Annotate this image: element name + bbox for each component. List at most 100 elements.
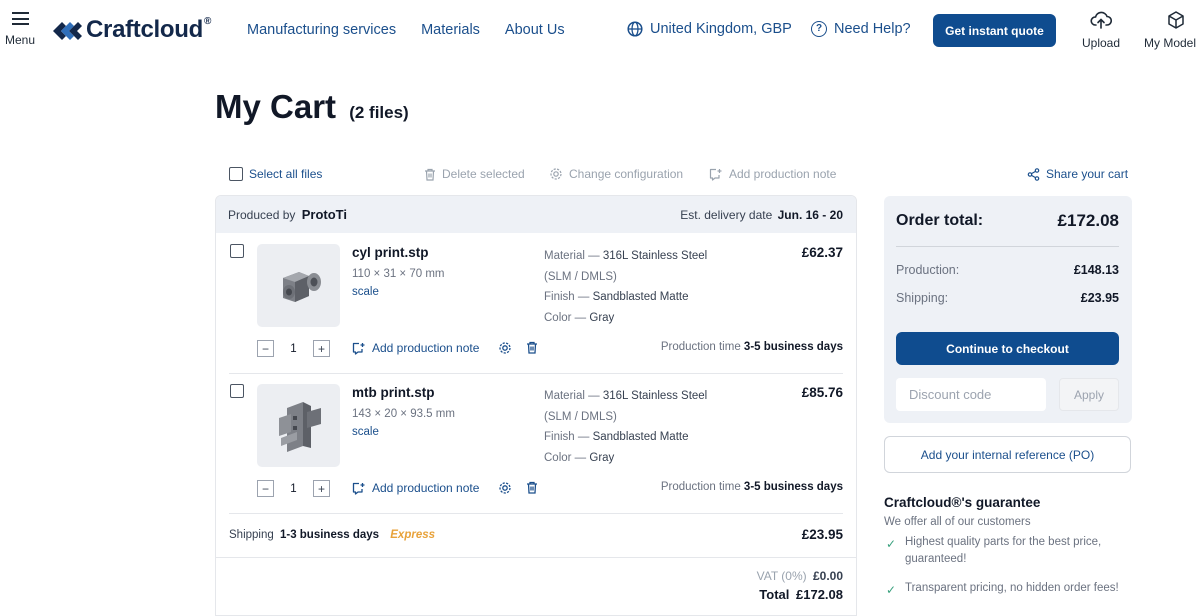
item-scale-link[interactable]: scale [352,286,379,298]
note-icon [352,482,365,495]
cart-item: mtb print.stp 143 × 20 × 93.5 mm scale M… [216,374,856,514]
add-internal-reference-button[interactable]: Add your internal reference (PO) [884,436,1131,473]
item-divider [229,513,843,514]
finish-value: Sandblasted Matte [592,291,689,304]
cart-panel: Produced by ProtoTi Est. delivery date J… [215,195,857,616]
cart-totals: VAT (0%) £0.00 Total £172.08 [757,569,843,602]
shipping-type-badge: Express [390,529,436,541]
trash-icon[interactable] [526,341,538,354]
guarantee-item-text: Highest quality parts for the best price… [905,536,1102,565]
menu-icon [11,12,29,25]
guarantee-section: Craftcloud®'s guarantee We offer all of … [884,495,1144,609]
delete-selected-button[interactable]: Delete selected [424,167,525,181]
producer-name: ProtoTi [301,207,347,222]
shipping-row: Shipping 1-3 business days Express £23.9… [229,527,843,542]
item-specs: Material — 316L Stainless Steel (SLM / D… [544,386,707,469]
add-production-note-link[interactable]: Add production note [352,341,479,355]
cart-toolbar: Select all files Delete selected Change … [229,166,1131,184]
gear-icon[interactable] [498,481,512,495]
logo-text: Craftcloud [86,16,204,43]
item-dimensions: 143 × 20 × 93.5 mm [352,408,455,420]
add-production-note-toolbar-button[interactable]: Add production note [709,167,836,181]
select-all-files[interactable]: Select all files [229,167,322,181]
help-icon: ? [811,21,827,37]
material-value: 316L Stainless Steel [602,390,708,402]
increase-quantity-button[interactable]: + [313,340,330,357]
get-instant-quote-button[interactable]: Get instant quote [933,14,1056,47]
page-title-text: My Cart [215,88,337,125]
select-all-checkbox[interactable] [229,167,243,181]
production-time-label: Production time [660,341,741,353]
cart-item: cyl print.stp 110 × 31 × 70 mm scale Mat… [216,234,856,374]
add-production-note-label: Add production note [372,341,480,355]
production-cost-value: £148.13 [1073,263,1119,277]
upload-icon [1090,11,1112,29]
nav-about-us[interactable]: About Us [505,22,565,38]
item-file-name[interactable]: cyl print.stp [352,245,429,260]
item-checkbox[interactable] [230,384,244,398]
quantity-value[interactable]: 1 [274,343,313,355]
quantity-stepper: − 1 + [257,480,330,497]
top-header: Menu Craftcloud ® Manufacturing services… [0,0,1200,62]
check-icon: ✓ [886,583,897,597]
select-all-label: Select all files [249,167,323,181]
production-cost-row: Production: £148.13 [896,263,1119,277]
decrease-quantity-button[interactable]: − [257,480,274,497]
item-file-name[interactable]: mtb print.stp [352,385,435,400]
material-label: Material — [544,390,600,402]
guarantee-item: ✓ Highest quality parts for the best pri… [884,534,1134,568]
vat-label: VAT (0%) [756,569,807,583]
craftcloud-logo[interactable]: Craftcloud ® [52,16,211,44]
item-thumbnail[interactable] [257,244,340,327]
check-icon: ✓ [886,537,897,551]
logo-registered-mark: ® [204,16,212,27]
region-label: United Kingdom, GBP [650,21,792,37]
shipping-time: 1-3 business days [279,529,380,541]
my-models-button[interactable]: My Model [1144,10,1200,50]
part-preview-mtb [278,401,321,452]
change-configuration-button[interactable]: Change configuration [549,167,683,181]
guarantee-subtitle: We offer all of our customers [884,516,1031,528]
continue-to-checkout-button[interactable]: Continue to checkout [896,332,1119,365]
upload-button[interactable]: Upload [1081,10,1121,50]
shipping-label: Shipping [229,529,274,541]
finish-label: Finish — [544,291,590,304]
note-icon [709,168,722,181]
gear-icon[interactable] [498,341,512,355]
delivery-estimate: Est. delivery date Jun. 16 - 20 [680,208,843,222]
order-summary: Order total: £172.08 Production: £148.13… [884,196,1132,423]
decrease-quantity-button[interactable]: − [257,340,274,357]
item-checkbox[interactable] [230,244,244,258]
apply-discount-button[interactable]: Apply [1059,378,1119,411]
delivery-dates: Jun. 16 - 20 [777,207,843,222]
material-value: 316L Stainless Steel [602,250,708,262]
share-cart-label: Share your cart [1046,167,1129,181]
guarantee-item: ✓ Transparent pricing, no hidden order f… [884,580,1134,597]
logo-icon [53,22,82,40]
cube-icon [1168,11,1184,29]
menu-button[interactable]: Menu [3,10,37,49]
item-scale-link[interactable]: scale [352,426,379,438]
add-production-note-link[interactable]: Add production note [352,481,479,495]
region-selector[interactable]: United Kingdom, GBP [627,21,792,37]
totals-divider [216,557,856,558]
quantity-value[interactable]: 1 [274,483,313,495]
shipping-cost-label: Shipping: [896,291,949,305]
total-row: Total £172.08 [757,587,843,602]
nav-materials[interactable]: Materials [421,22,480,38]
add-production-note-toolbar-label: Add production note [729,167,837,181]
trash-icon[interactable] [526,481,538,494]
production-time: Production time 3-5 business days [661,481,843,493]
share-cart-button[interactable]: Share your cart [1027,167,1128,181]
nav-manufacturing-services[interactable]: Manufacturing services [247,22,396,38]
discount-code-input[interactable] [896,378,1046,411]
material-process: (SLM / DMLS) [544,410,617,423]
vat-value: £0.00 [812,569,843,583]
item-thumbnail[interactable] [257,384,340,467]
order-total-value: £172.08 [1057,211,1119,230]
help-link[interactable]: ? Need Help? [811,21,911,37]
shipping-price: £23.95 [801,527,843,542]
increase-quantity-button[interactable]: + [313,480,330,497]
delivery-label: Est. delivery date [680,207,773,222]
item-price: £62.37 [801,245,843,260]
